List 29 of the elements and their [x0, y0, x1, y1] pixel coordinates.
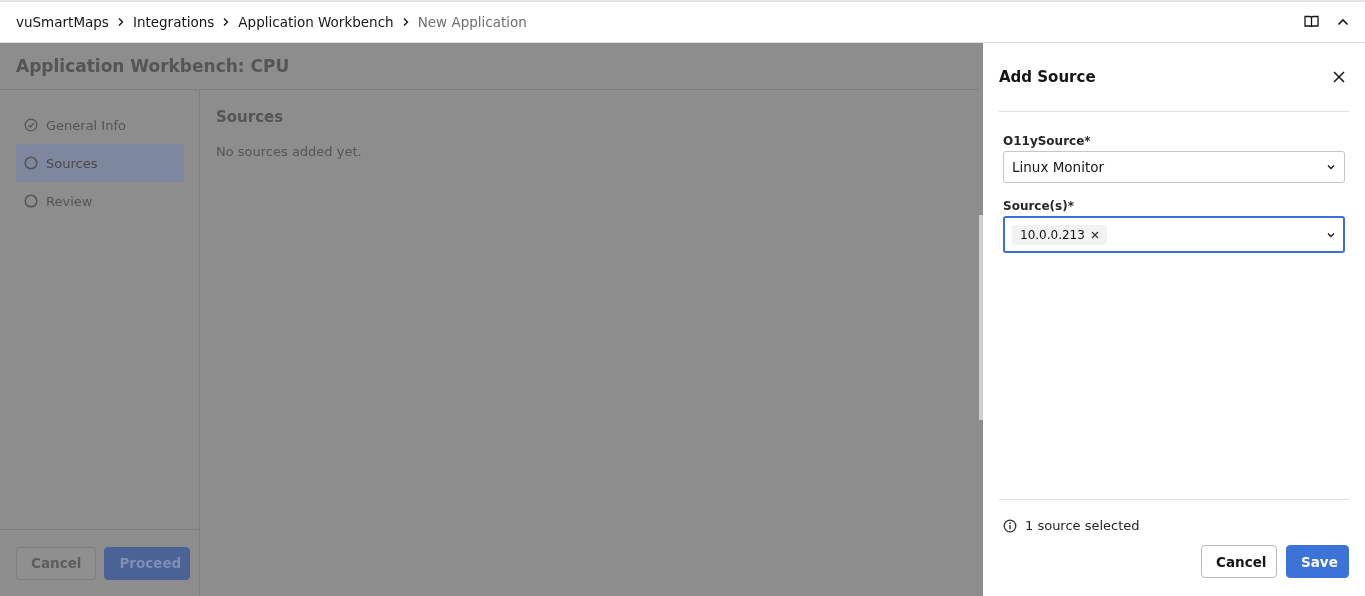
chevron-right-icon: [401, 17, 410, 27]
page-title: Application Workbench: CPU: [16, 56, 290, 76]
book-icon[interactable]: [1304, 15, 1319, 29]
circle-icon: [24, 194, 38, 208]
info-icon: [1003, 518, 1017, 533]
save-button[interactable]: Save: [1286, 545, 1349, 578]
circle-icon: [24, 156, 38, 170]
cancel-button[interactable]: Cancel: [1201, 545, 1277, 578]
chevron-down-icon: [1326, 162, 1336, 172]
select-value: Linux Monitor: [1012, 159, 1104, 175]
section-title: Sources: [216, 108, 285, 126]
multiselect-field[interactable]: 10.0.0.213: [1003, 216, 1345, 253]
breadcrumb-link[interactable]: Application Workbench: [238, 14, 394, 30]
field-label: O11ySource*: [1003, 134, 1092, 148]
chevron-right-icon: [222, 17, 231, 27]
breadcrumb-link[interactable]: Integrations: [132, 14, 215, 30]
remove-icon[interactable]: [1090, 230, 1099, 239]
breadcrumb-link[interactable]: vuSmartMaps: [16, 14, 109, 30]
field-label: Source(s)*: [1003, 199, 1075, 213]
scrollbar-thumb[interactable]: [979, 215, 983, 420]
chevron-up-icon[interactable]: [1337, 18, 1349, 26]
info-text: 1 source selected: [1025, 518, 1140, 533]
close-icon: [1333, 71, 1345, 83]
chevron-right-icon: [116, 17, 125, 27]
select-field[interactable]: Linux Monitor: [1003, 151, 1345, 183]
check-circle-icon: [24, 118, 38, 132]
empty-message: No sources added yet.: [216, 144, 363, 159]
tag-label: 10.0.0.213: [1020, 227, 1085, 242]
drawer-title: Add Source: [999, 68, 1096, 86]
